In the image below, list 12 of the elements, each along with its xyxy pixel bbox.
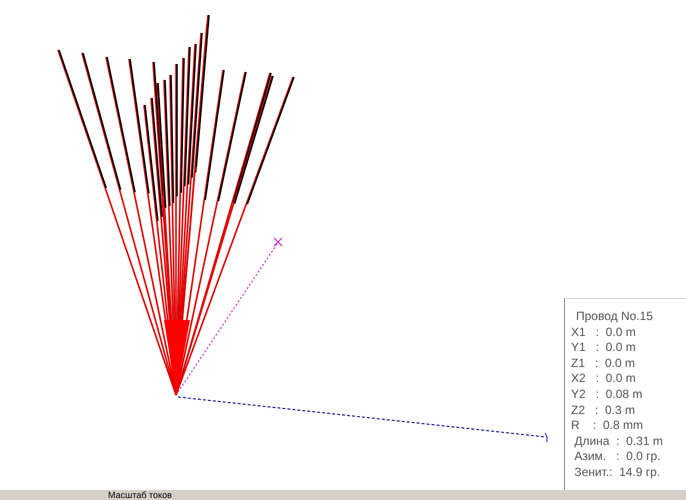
info-line: Z2 : 0.3 m — [571, 402, 636, 418]
info-line: X2 : 0.0 m — [571, 371, 637, 386]
info-line: Y1 : 0.0 m — [571, 340, 637, 355]
panel-title: Провод No.15 — [575, 309, 654, 324]
info-line: Длина : 0.31 m — [573, 434, 664, 448]
info-line: Z1 : 0.0 m — [571, 356, 636, 370]
info-line: Азим. : 0.0 гр. — [573, 449, 662, 464]
info-line: Зенит.: 14.9 гр. — [573, 464, 662, 480]
info-line: Y2 : 0.08 m — [571, 386, 644, 402]
status-label: Масштаб токов — [108, 490, 172, 500]
info-line: X1 : 0.0 m — [571, 324, 637, 340]
info-line: R : 0.8 mm — [571, 418, 644, 433]
